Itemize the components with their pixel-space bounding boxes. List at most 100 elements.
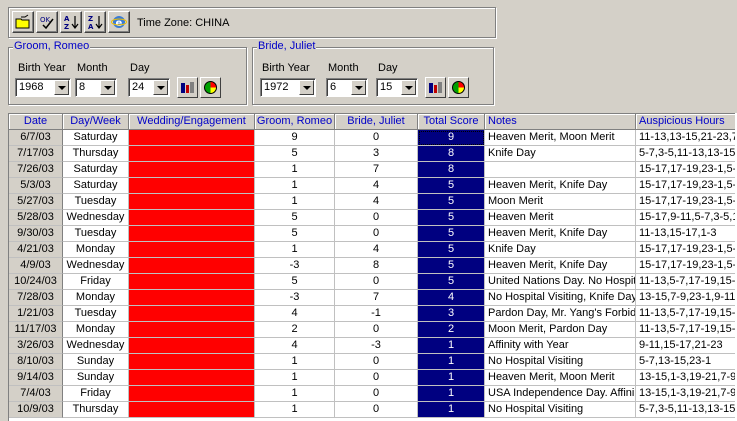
cell-groom-score[interactable]: 1 xyxy=(255,178,335,194)
cell-day-of-week[interactable]: Saturday xyxy=(63,162,129,178)
cell-total-score[interactable]: 5 xyxy=(418,210,485,226)
cell-notes[interactable]: No Hospital Visiting xyxy=(485,354,636,370)
chevron-down-icon[interactable] xyxy=(401,80,416,95)
cell-wedding-engagement[interactable] xyxy=(129,354,255,370)
cell-auspicious-hours[interactable]: 15-17,17-19,23-1,5-7 xyxy=(636,162,737,178)
cell-bride-score[interactable]: 0 xyxy=(335,354,418,370)
cell-notes[interactable]: USA Independence Day. Affini xyxy=(485,386,636,402)
cell-groom-score[interactable]: 1 xyxy=(255,386,335,402)
cell-notes[interactable]: Heaven Merit, Knife Day xyxy=(485,226,636,242)
cell-notes[interactable]: Pardon Day, Mr. Yang's Forbid xyxy=(485,306,636,322)
sort-descending-icon[interactable]: ZA xyxy=(84,11,106,33)
cell-auspicious-hours[interactable]: 9-11,15-17,21-23 xyxy=(636,338,737,354)
column-header-date[interactable]: Date xyxy=(9,114,63,130)
cell-total-score[interactable]: 5 xyxy=(418,242,485,258)
cell-bride-score[interactable]: 8 xyxy=(335,258,418,274)
column-header-wedding-engagement[interactable]: Wedding/Engagement xyxy=(129,114,255,130)
cell-total-score[interactable]: 5 xyxy=(418,274,485,290)
cell-total-score[interactable]: 3 xyxy=(418,306,485,322)
cell-notes[interactable]: Heaven Merit, Knife Day xyxy=(485,258,636,274)
internet-explorer-icon[interactable]: e xyxy=(108,11,130,33)
cell-date[interactable]: 3/26/03 xyxy=(9,338,63,354)
cell-day-of-week[interactable]: Tuesday xyxy=(63,226,129,242)
cell-total-score[interactable]: 5 xyxy=(418,178,485,194)
cell-wedding-engagement[interactable] xyxy=(129,178,255,194)
cell-wedding-engagement[interactable] xyxy=(129,370,255,386)
cell-total-score[interactable]: 5 xyxy=(418,258,485,274)
bride-month-select[interactable]: 6 xyxy=(326,78,368,97)
cell-wedding-engagement[interactable] xyxy=(129,386,255,402)
cell-wedding-engagement[interactable] xyxy=(129,226,255,242)
cell-notes[interactable]: Heaven Merit, Moon Merit xyxy=(485,370,636,386)
cell-total-score[interactable]: 8 xyxy=(418,146,485,162)
cell-date[interactable]: 10/9/03 xyxy=(9,402,63,418)
cell-day-of-week[interactable]: Wednesday xyxy=(63,258,129,274)
cell-bride-score[interactable]: 0 xyxy=(335,402,418,418)
cell-wedding-engagement[interactable] xyxy=(129,130,255,146)
cell-groom-score[interactable]: 1 xyxy=(255,242,335,258)
cell-groom-score[interactable]: 5 xyxy=(255,146,335,162)
cell-notes[interactable]: No Hospital Visiting, Knife Day xyxy=(485,290,636,306)
cell-bride-score[interactable]: 0 xyxy=(335,322,418,338)
cell-notes[interactable]: United Nations Day. No Hospit xyxy=(485,274,636,290)
cell-total-score[interactable]: 1 xyxy=(418,386,485,402)
column-header-bride-score[interactable]: Bride, Juliet xyxy=(335,114,418,130)
cell-notes[interactable] xyxy=(485,162,636,178)
open-folder-icon[interactable] xyxy=(12,11,34,33)
cell-groom-score[interactable]: 5 xyxy=(255,274,335,290)
cell-groom-score[interactable]: 4 xyxy=(255,338,335,354)
cell-date[interactable]: 5/3/03 xyxy=(9,178,63,194)
cell-auspicious-hours[interactable]: 15-17,17-19,23-1,5-7 xyxy=(636,194,737,210)
cell-groom-score[interactable]: 1 xyxy=(255,402,335,418)
cell-auspicious-hours[interactable]: 13-15,1-3,19-21,7-9 xyxy=(636,386,737,402)
cell-bride-score[interactable]: 4 xyxy=(335,242,418,258)
column-header-total-score[interactable]: Total Score xyxy=(418,114,485,130)
bride-compute-button[interactable] xyxy=(425,77,446,98)
cell-auspicious-hours[interactable]: 15-17,9-11,5-7,3-5,15 xyxy=(636,210,737,226)
chevron-down-icon[interactable] xyxy=(100,80,115,95)
cell-wedding-engagement[interactable] xyxy=(129,258,255,274)
cell-bride-score[interactable]: 0 xyxy=(335,130,418,146)
cell-groom-score[interactable]: 1 xyxy=(255,162,335,178)
cell-day-of-week[interactable]: Sunday xyxy=(63,370,129,386)
cell-groom-score[interactable]: -3 xyxy=(255,290,335,306)
cell-day-of-week[interactable]: Saturday xyxy=(63,130,129,146)
cell-day-of-week[interactable]: Thursday xyxy=(63,402,129,418)
cell-total-score[interactable]: 4 xyxy=(418,290,485,306)
cell-wedding-engagement[interactable] xyxy=(129,402,255,418)
bride-chart-button[interactable] xyxy=(448,77,469,98)
chevron-down-icon[interactable] xyxy=(153,80,168,95)
cell-auspicious-hours[interactable]: 11-13,5-7,17-19,15-1 xyxy=(636,306,737,322)
cell-auspicious-hours[interactable]: 15-17,17-19,23-1,5-7 xyxy=(636,242,737,258)
cell-date[interactable]: 10/24/03 xyxy=(9,274,63,290)
bride-birth-year-select[interactable]: 1972 xyxy=(260,78,316,97)
cell-wedding-engagement[interactable] xyxy=(129,194,255,210)
groom-day-select[interactable]: 24 xyxy=(128,78,170,97)
cell-date[interactable]: 9/14/03 xyxy=(9,370,63,386)
cell-date[interactable]: 1/21/03 xyxy=(9,306,63,322)
cell-auspicious-hours[interactable]: 15-17,17-19,23-1,5-7 xyxy=(636,258,737,274)
cell-day-of-week[interactable]: Monday xyxy=(63,322,129,338)
cell-total-score[interactable]: 9 xyxy=(418,130,485,146)
cell-date[interactable]: 5/27/03 xyxy=(9,194,63,210)
cell-date[interactable]: 7/17/03 xyxy=(9,146,63,162)
cell-wedding-engagement[interactable] xyxy=(129,306,255,322)
bride-day-select[interactable]: 15 xyxy=(376,78,418,97)
column-header-auspicious-hours[interactable]: Auspicious Hours xyxy=(636,114,737,130)
cell-wedding-engagement[interactable] xyxy=(129,338,255,354)
cell-day-of-week[interactable]: Wednesday xyxy=(63,210,129,226)
cell-notes[interactable]: Heaven Merit, Moon Merit xyxy=(485,130,636,146)
cell-total-score[interactable]: 5 xyxy=(418,194,485,210)
cell-bride-score[interactable]: 4 xyxy=(335,178,418,194)
groom-birth-year-select[interactable]: 1968 xyxy=(15,78,71,97)
cell-total-score[interactable]: 5 xyxy=(418,226,485,242)
cell-day-of-week[interactable]: Saturday xyxy=(63,178,129,194)
cell-day-of-week[interactable]: Friday xyxy=(63,274,129,290)
cell-notes[interactable]: Moon Merit xyxy=(485,194,636,210)
cell-bride-score[interactable]: 0 xyxy=(335,370,418,386)
cell-groom-score[interactable]: 4 xyxy=(255,306,335,322)
cell-date[interactable]: 6/7/03 xyxy=(9,130,63,146)
cell-auspicious-hours[interactable]: 11-13,15-17,1-3 xyxy=(636,226,737,242)
cell-wedding-engagement[interactable] xyxy=(129,146,255,162)
cell-date[interactable]: 7/4/03 xyxy=(9,386,63,402)
